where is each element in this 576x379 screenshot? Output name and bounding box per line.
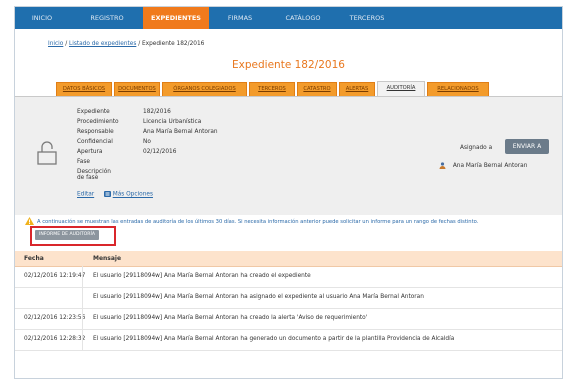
tab-documentos[interactable]: DOCUMENTOS <box>114 82 160 97</box>
row-mensaje: El usuario [29118094w] Ana María Bernal … <box>93 315 368 321</box>
table-row: 02/12/2016 12:28:32 El usuario [29118094… <box>15 329 562 351</box>
nav-registro[interactable]: REGISTRO <box>73 7 141 29</box>
row-mensaje: El usuario [29118094w] Ana María Bernal … <box>93 273 311 279</box>
panel-links: Editar Más Opciones <box>77 191 153 198</box>
nav-catalogo[interactable]: CATÁLOGO <box>271 7 335 29</box>
field-label: Confidencial <box>77 139 113 145</box>
field-label: Fase <box>77 159 90 165</box>
more-options-link[interactable]: Más Opciones <box>113 192 153 198</box>
user-icon <box>439 162 446 169</box>
row-fecha: 02/12/2016 12:28:32 <box>24 336 86 342</box>
row-fecha: 02/12/2016 12:19:47 <box>24 273 86 279</box>
tab-organos-colegiados[interactable]: ÓRGANOS COLEGIADOS <box>162 82 247 97</box>
field-label: Expediente <box>77 109 110 115</box>
field-value: Ana María Bernal Antoran <box>143 129 218 135</box>
highlight-box <box>30 226 116 246</box>
top-navigation: INICIO REGISTRO EXPEDIENTES FIRMAS CATÁL… <box>15 7 562 29</box>
nav-firmas[interactable]: FIRMAS <box>211 7 269 29</box>
breadcrumb: Inicio / Listado de expedientes / Expedi… <box>48 41 204 47</box>
table-row: 02/12/2016 12:23:56 El usuario [29118094… <box>15 308 562 330</box>
column-header-fecha: Fecha <box>24 255 44 262</box>
breadcrumb-current: Expediente 182/2016 <box>142 41 205 47</box>
table-row: El usuario [29118094w] Ana María Bernal … <box>15 287 562 309</box>
row-fecha: 02/12/2016 12:23:56 <box>24 315 86 321</box>
nav-expedientes[interactable]: EXPEDIENTES <box>143 7 209 29</box>
warning-icon <box>25 217 34 225</box>
field-label: Apertura <box>77 149 103 155</box>
tab-bar: DATOS BÁSICOS DOCUMENTOS ÓRGANOS COLEGIA… <box>15 79 562 98</box>
app-frame: INICIO REGISTRO EXPEDIENTES FIRMAS CATÁL… <box>14 6 563 379</box>
field-label: Descripción de fase <box>77 169 111 181</box>
field-value: No <box>143 139 151 145</box>
audit-notice-text: A continuación se muestran las entradas … <box>37 219 479 225</box>
more-options-icon[interactable] <box>103 191 111 197</box>
audit-table-header: Fecha Mensaje <box>15 251 562 267</box>
nav-terceros[interactable]: TERCEROS <box>337 7 397 29</box>
tab-catastro[interactable]: CATASTRO <box>297 82 337 97</box>
row-mensaje: El usuario [29118094w] Ana María Bernal … <box>93 294 424 300</box>
tab-datos-basicos[interactable]: DATOS BÁSICOS <box>56 82 112 97</box>
breadcrumb-home-link[interactable]: Inicio <box>48 41 63 47</box>
assigned-user-name: Ana María Bernal Antoran <box>452 163 528 169</box>
column-divider <box>82 266 83 350</box>
expediente-summary-panel: Expediente 182/2016 Procedimiento Licenc… <box>15 97 562 215</box>
field-label: Procedimiento <box>77 119 119 125</box>
breadcrumb-list-link[interactable]: Listado de expedientes <box>69 41 136 47</box>
field-value: 02/12/2016 <box>143 149 177 155</box>
tab-terceros[interactable]: TERCEROS <box>249 82 295 97</box>
field-label: Responsable <box>77 129 114 135</box>
edit-link[interactable]: Editar <box>77 192 94 198</box>
column-header-mensaje: Mensaje <box>93 255 122 262</box>
page-title: Expediente 182/2016 <box>232 59 345 71</box>
send-to-button[interactable]: ENVIAR A <box>505 139 549 154</box>
field-value: 182/2016 <box>143 109 171 115</box>
tab-relacionados[interactable]: RELACIONADOS <box>427 82 489 97</box>
field-value: Licencia Urbanística <box>143 119 202 125</box>
tab-alertas[interactable]: ALERTAS <box>339 82 375 97</box>
assigned-label: Asignado a <box>460 145 493 151</box>
row-mensaje: El usuario [29118094w] Ana María Bernal … <box>93 336 455 342</box>
table-row: 02/12/2016 12:19:47 El usuario [29118094… <box>15 266 562 288</box>
nav-inicio[interactable]: INICIO <box>15 7 69 29</box>
lock-open-icon <box>37 141 57 165</box>
assigned-user: Ana María Bernal Antoran <box>439 162 527 169</box>
